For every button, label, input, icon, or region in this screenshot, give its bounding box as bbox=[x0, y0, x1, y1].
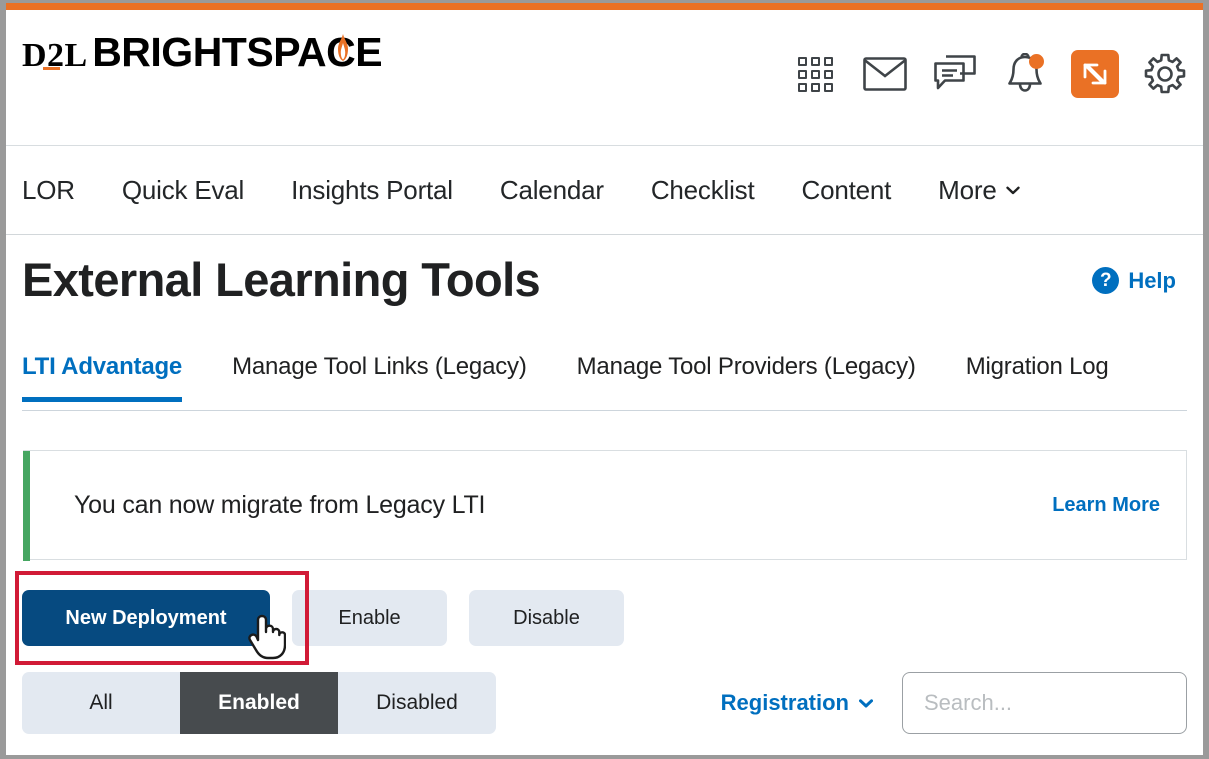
search-box[interactable] bbox=[902, 672, 1203, 734]
page-body: External Learning Tools ? Help LTI Advan… bbox=[6, 235, 1203, 755]
top-accent-bar bbox=[6, 3, 1203, 10]
filter-right-group: Registration bbox=[721, 672, 1203, 734]
nav-item-insights-portal[interactable]: Insights Portal bbox=[291, 175, 453, 206]
banner-accent-bar bbox=[23, 451, 30, 561]
logo-brightspace-text: BRIGHTSPACE bbox=[92, 29, 383, 75]
notification-badge bbox=[1029, 54, 1044, 69]
page-title: External Learning Tools bbox=[22, 253, 541, 306]
filter-segment-enabled[interactable]: Enabled bbox=[180, 672, 338, 734]
app-switcher-icon[interactable] bbox=[1071, 50, 1119, 98]
nav-item-calendar[interactable]: Calendar bbox=[500, 175, 604, 206]
bell-icon[interactable] bbox=[1001, 50, 1049, 98]
chevron-down-icon bbox=[859, 698, 873, 707]
action-button-row: New Deployment Enable Disable bbox=[22, 590, 624, 646]
nav-item-checklist[interactable]: Checklist bbox=[651, 175, 755, 206]
chat-bubbles-icon[interactable] bbox=[931, 50, 979, 98]
new-deployment-button[interactable]: New Deployment bbox=[22, 590, 270, 646]
enable-button[interactable]: Enable bbox=[292, 590, 447, 646]
envelope-icon[interactable] bbox=[861, 50, 909, 98]
help-link[interactable]: ? Help bbox=[1092, 267, 1176, 294]
migration-banner: You can now migrate from Legacy LTI Lear… bbox=[23, 450, 1187, 561]
nav-item-lor[interactable]: LOR bbox=[22, 175, 75, 206]
tab-lti-advantage[interactable]: LTI Advantage bbox=[22, 353, 182, 402]
flame-icon bbox=[338, 34, 349, 61]
waffle-grid-glyph bbox=[797, 56, 833, 92]
registration-label: Registration bbox=[720, 690, 849, 715]
course-nav-bar: LOR Quick Eval Insights Portal Calendar … bbox=[6, 147, 1203, 235]
brightspace-logo[interactable]: D2L BRIGHTSPACE bbox=[22, 28, 383, 75]
tab-migration-log[interactable]: Migration Log bbox=[966, 353, 1109, 401]
chevron-down-icon bbox=[1005, 186, 1020, 195]
logo-accent-underline bbox=[43, 67, 60, 70]
filter-row: All Enabled Disabled Registration bbox=[22, 672, 1203, 734]
disable-button[interactable]: Disable bbox=[469, 590, 624, 646]
waffle-grid-icon[interactable] bbox=[791, 50, 839, 98]
logo-d2l-text: D2L bbox=[22, 37, 88, 74]
help-label: Help bbox=[1128, 267, 1176, 293]
nav-item-more[interactable]: More bbox=[938, 175, 1020, 206]
status-filter-segmented-control: All Enabled Disabled bbox=[22, 672, 496, 734]
tab-manage-tool-links-legacy[interactable]: Manage Tool Links (Legacy) bbox=[232, 353, 527, 401]
learn-more-link[interactable]: Learn More bbox=[1052, 494, 1160, 517]
application-frame: D2L BRIGHTSPACE LOR Quick Eval Insights … bbox=[6, 3, 1203, 755]
tab-manage-tool-providers-legacy[interactable]: Manage Tool Providers (Legacy) bbox=[577, 353, 916, 401]
help-icon: ? bbox=[1092, 267, 1120, 294]
filter-segment-disabled[interactable]: Disabled bbox=[338, 672, 496, 734]
search-input[interactable] bbox=[924, 690, 1203, 716]
header-icon-row bbox=[791, 50, 1189, 98]
registration-dropdown[interactable]: Registration bbox=[721, 690, 873, 716]
nav-more-label: More bbox=[938, 175, 997, 205]
brand-header: D2L BRIGHTSPACE bbox=[6, 10, 1203, 146]
nav-item-quick-eval[interactable]: Quick Eval bbox=[122, 175, 244, 206]
nav-item-content[interactable]: Content bbox=[802, 175, 892, 206]
gear-icon[interactable] bbox=[1141, 50, 1189, 98]
filter-segment-all[interactable]: All bbox=[22, 672, 180, 734]
tab-bar: LTI Advantage Manage Tool Links (Legacy)… bbox=[22, 353, 1187, 411]
banner-message: You can now migrate from Legacy LTI bbox=[74, 490, 486, 519]
